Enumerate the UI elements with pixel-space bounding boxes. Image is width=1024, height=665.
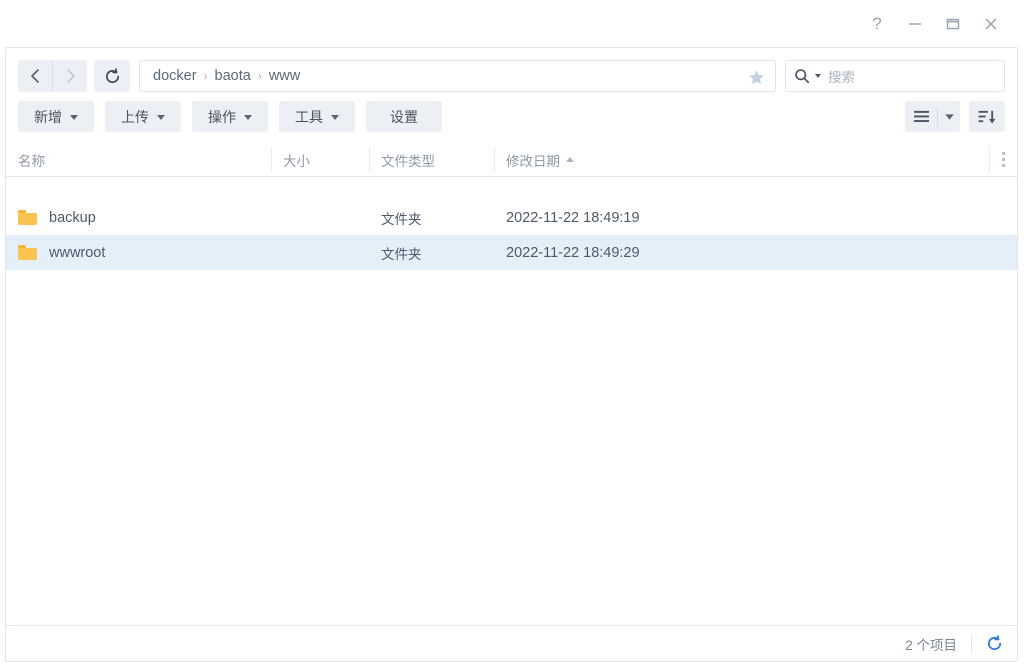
file-type-cell: 文件夹	[381, 211, 422, 227]
item-count-label: 2 个项目	[905, 637, 957, 653]
toolbar: 新增 上传 操作 工具 设置	[6, 93, 1017, 133]
action-button-label: 操作	[208, 108, 236, 125]
chevron-down-icon	[944, 113, 954, 120]
action-button[interactable]: 操作	[192, 101, 268, 132]
chevron-right-icon	[66, 69, 75, 83]
file-date-cell: 2022-11-22 18:49:19	[506, 209, 640, 226]
table-row[interactable]: backup 文件夹 2022-11-22 18:49:19	[6, 200, 1017, 235]
column-header-type-label: 文件类型	[381, 153, 435, 169]
question-mark-icon: ?	[872, 14, 882, 33]
file-name-label: backup	[49, 209, 96, 226]
title-bar: ?	[0, 0, 1024, 47]
settings-button[interactable]: 设置	[366, 101, 442, 132]
navigation-bar: docker › baota › www 搜索	[6, 48, 1017, 93]
help-button[interactable]: ?	[858, 7, 896, 41]
list-view-button[interactable]	[905, 101, 937, 132]
close-button[interactable]	[972, 7, 1010, 41]
sort-descending-icon	[978, 110, 996, 124]
status-refresh-button[interactable]	[986, 635, 1003, 652]
column-header-name-label: 名称	[18, 153, 45, 169]
kebab-dot	[1001, 158, 1005, 161]
chevron-down-icon	[331, 115, 339, 120]
nav-arrows-group	[18, 60, 87, 92]
file-list[interactable]: backup 文件夹 2022-11-22 18:49:19 wwwroot 文…	[6, 200, 1017, 625]
new-button-label: 新增	[34, 108, 62, 125]
file-manager-window: docker › baota › www 搜索 新增 上传 操作 工具 设置 名…	[5, 47, 1018, 662]
path-breadcrumb-bar[interactable]: docker › baota › www	[139, 60, 776, 92]
column-header-date[interactable]: 修改日期	[494, 143, 989, 176]
breadcrumb-separator: ›	[257, 69, 262, 83]
list-view-icon	[913, 110, 929, 123]
settings-button-label: 设置	[390, 108, 418, 125]
file-name-cell: wwwroot	[6, 245, 271, 261]
breadcrumb-item-1[interactable]: baota	[214, 68, 252, 84]
search-box[interactable]: 搜索	[785, 60, 1005, 92]
search-icon	[794, 68, 810, 84]
search-options-caret-icon[interactable]	[815, 74, 821, 78]
breadcrumb-separator: ›	[203, 69, 208, 83]
chevron-left-icon	[30, 69, 39, 83]
table-row[interactable]: wwwroot 文件夹 2022-11-22 18:49:29	[6, 235, 1017, 270]
column-header-size-label: 大小	[283, 153, 310, 169]
view-mode-dropdown-button[interactable]	[938, 101, 960, 132]
folder-icon	[18, 245, 37, 260]
refresh-icon	[987, 635, 1002, 651]
kebab-dot	[1001, 152, 1005, 155]
star-icon	[748, 69, 764, 84]
column-header-date-label: 修改日期	[506, 153, 560, 169]
upload-button-label: 上传	[121, 108, 149, 125]
search-input[interactable]: 搜索	[828, 66, 855, 86]
sort-ascending-arrow-icon	[566, 156, 574, 162]
file-type-cell: 文件夹	[381, 246, 422, 262]
column-headers: 名称 大小 文件类型 修改日期	[6, 143, 1017, 177]
kebab-dot	[1001, 164, 1005, 167]
upload-button[interactable]: 上传	[105, 101, 181, 132]
minimize-icon	[909, 22, 921, 25]
column-options-button[interactable]	[989, 143, 1017, 176]
folder-icon	[18, 210, 37, 225]
column-header-name[interactable]: 名称	[6, 143, 271, 176]
column-header-type[interactable]: 文件类型	[369, 143, 494, 176]
forward-button[interactable]	[53, 60, 87, 92]
tools-button[interactable]: 工具	[279, 101, 355, 132]
refresh-button[interactable]	[94, 60, 130, 92]
refresh-icon	[105, 67, 119, 83]
back-button[interactable]	[18, 60, 52, 92]
view-mode-group	[905, 101, 960, 132]
column-header-size[interactable]: 大小	[271, 143, 369, 176]
file-name-cell: backup	[6, 210, 271, 226]
new-button[interactable]: 新增	[18, 101, 94, 132]
maximize-icon	[946, 18, 960, 29]
breadcrumb-item-0[interactable]: docker	[152, 68, 198, 84]
breadcrumb: docker › baota › www	[152, 68, 301, 84]
status-divider	[971, 635, 972, 652]
status-bar: 2 个项目	[6, 625, 1017, 661]
sort-button[interactable]	[969, 101, 1005, 132]
chevron-down-icon	[244, 115, 252, 120]
close-icon	[985, 17, 997, 30]
file-date-cell: 2022-11-22 18:49:29	[506, 244, 640, 261]
tools-button-label: 工具	[295, 108, 323, 125]
window-controls: ?	[858, 7, 1010, 41]
chevron-down-icon	[157, 115, 165, 120]
minimize-button[interactable]	[896, 7, 934, 41]
breadcrumb-item-2[interactable]: www	[268, 68, 301, 84]
maximize-button[interactable]	[934, 7, 972, 41]
chevron-down-icon	[70, 115, 78, 120]
file-name-label: wwwroot	[49, 244, 106, 261]
bookmark-button[interactable]	[743, 64, 769, 90]
